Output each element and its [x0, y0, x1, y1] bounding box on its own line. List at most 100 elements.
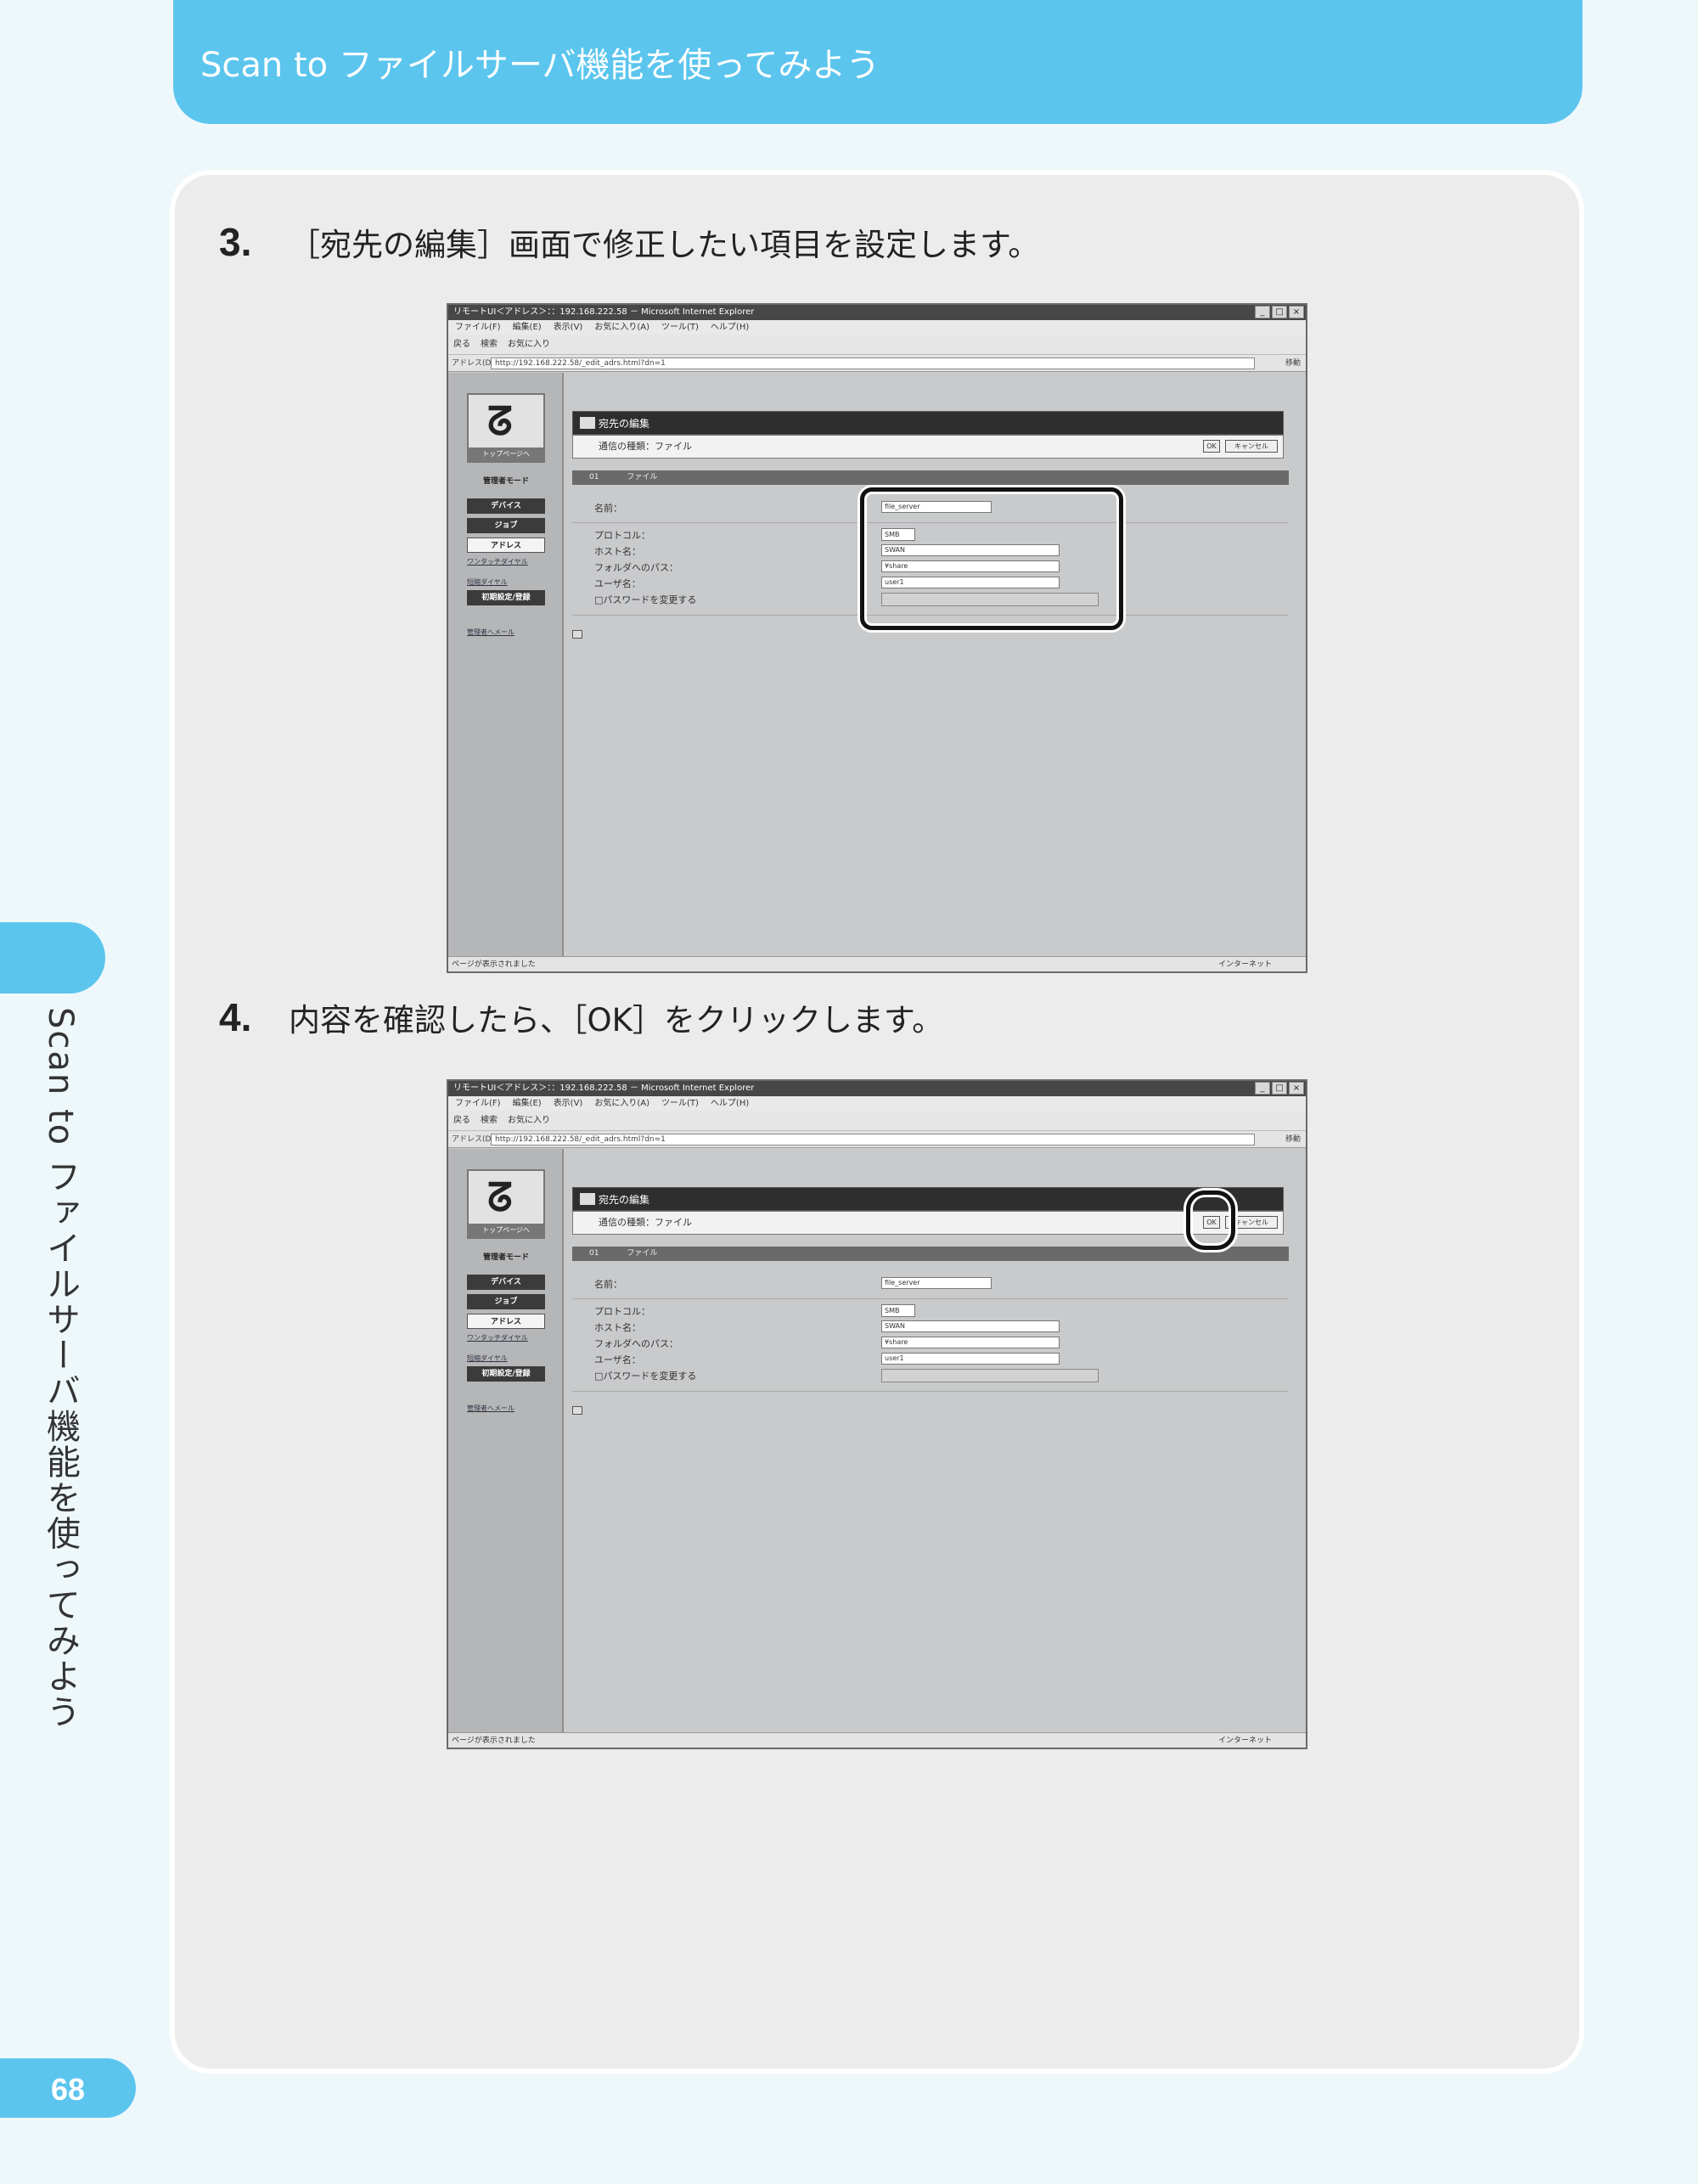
maximize-button[interactable]: □ [1272, 306, 1287, 318]
password-checkbox[interactable]: □パスワードを変更する [594, 593, 696, 606]
ok-button[interactable]: OK [1203, 440, 1220, 453]
step-text: 内容を確認したら、［OK］をクリックします。 [289, 1002, 944, 1039]
side-tab [0, 922, 105, 993]
favorites-button[interactable]: お気に入り [508, 335, 550, 354]
protocol-select[interactable]: SMB [881, 1304, 915, 1317]
browser-toolbar: 戻る 検索 お気に入り [448, 1111, 1306, 1131]
name-label: 名前： [594, 503, 622, 514]
back-button[interactable]: 戻る [453, 1111, 470, 1130]
nav-device[interactable]: デバイス [467, 1275, 545, 1290]
nav-address[interactable]: アドレス [467, 538, 545, 553]
logo-icon: ᘔ [487, 1174, 513, 1220]
menu-tools[interactable]: ツール(T) [661, 1096, 699, 1111]
browser-screenshot-1: リモートUI＜アドレス＞：：192.168.222.58 － Microsoft… [447, 303, 1307, 973]
initial-settings-button[interactable]: 初期設定/登録 [467, 1366, 545, 1382]
address-book-icon [580, 1193, 595, 1205]
mail-admin-link[interactable]: 管理者へメール [467, 628, 552, 637]
remote-ui-sidebar: ᘔ トップページへ 管理者モード デバイス ジョブ アドレス ワンタッチダイヤル… [448, 1149, 564, 1732]
coded-dial-link[interactable]: 短縮ダイヤル [467, 1354, 552, 1363]
minimize-button[interactable]: _ [1255, 1082, 1270, 1095]
step-3: 3. ［宛先の編集］画面で修正したい項目を設定します。 [219, 219, 1039, 265]
cancel-button[interactable]: キャンセル [1225, 440, 1278, 453]
step-number: 4. [219, 995, 252, 1039]
top-page-label: トップページへ [469, 447, 543, 461]
menu-file[interactable]: ファイル(F) [455, 1096, 501, 1111]
section-number: 01 [589, 1249, 599, 1258]
browser-toolbar: 戻る 検索 お気に入り [448, 335, 1306, 355]
internet-zone: インターネット [1217, 1737, 1272, 1745]
path-label: フォルダへのパス： [594, 1338, 678, 1349]
menu-tools[interactable]: ツール(T) [661, 320, 699, 335]
step-number: 3. [219, 220, 252, 264]
coded-dial-link[interactable]: 短縮ダイヤル [467, 577, 552, 587]
search-button[interactable]: 検索 [481, 335, 498, 354]
mail-admin-link[interactable]: 管理者へメール [467, 1404, 552, 1413]
address-input[interactable]: http://192.168.222.58/_edit_adrs.html?dn… [491, 1134, 1255, 1145]
path-input[interactable]: ¥share [881, 1337, 1060, 1348]
status-text: ページが表示されました [452, 1737, 536, 1745]
address-label: アドレス(D) [452, 1135, 494, 1144]
password-checkbox[interactable]: □パスワードを変更する [594, 1369, 696, 1382]
logo-icon: ᘔ [487, 398, 513, 444]
menu-help[interactable]: ヘルプ(H) [711, 320, 749, 335]
back-button[interactable]: 戻る [453, 335, 470, 354]
dialog-title-text: 宛先の編集 [599, 418, 650, 430]
remote-ui-sidebar: ᘔ トップページへ 管理者モード デバイス ジョブ アドレス ワンタッチダイヤル… [448, 373, 564, 956]
go-button[interactable]: 移動 [1285, 1133, 1301, 1146]
host-label: ホスト名： [594, 546, 641, 557]
host-label: ホスト名： [594, 1322, 641, 1333]
window-titlebar: リモートUI＜アドレス＞：：192.168.222.58 － Microsoft… [448, 305, 1306, 320]
close-button[interactable]: × [1289, 1082, 1304, 1095]
menu-bar: ファイル(F) 編集(E) 表示(V) お気に入り(A) ツール(T) ヘルプ(… [448, 320, 1306, 335]
go-button[interactable]: 移動 [1285, 357, 1301, 370]
dialog-type-row: 通信の種類：ファイル OK キャンセル [572, 435, 1284, 459]
menu-edit[interactable]: 編集(E) [513, 1096, 542, 1111]
back-icon[interactable] [572, 630, 582, 639]
menu-file[interactable]: ファイル(F) [455, 320, 501, 335]
back-icon[interactable] [572, 1406, 582, 1415]
nav-job[interactable]: ジョブ [467, 518, 545, 533]
name-input[interactable]: file_server [881, 1277, 992, 1289]
admin-mode-label: 管理者モード [482, 477, 529, 486]
step-4: 4. 内容を確認したら、［OK］をクリックします。 [219, 994, 943, 1040]
side-chapter-title: Scan to ファイルサーバ機能を使ってみよう [41, 1007, 80, 1730]
top-page-logo[interactable]: ᘔ トップページへ [467, 393, 545, 463]
nav-address[interactable]: アドレス [467, 1314, 545, 1329]
protocol-label: プロトコル： [594, 530, 650, 541]
onetouch-link[interactable]: ワンタッチダイヤル [467, 557, 552, 566]
top-page-logo[interactable]: ᘔ トップページへ [467, 1169, 545, 1239]
nav-job[interactable]: ジョブ [467, 1294, 545, 1309]
minimize-button[interactable]: _ [1255, 306, 1270, 318]
protocol-label: プロトコル： [594, 1306, 650, 1317]
admin-mode-label: 管理者モード [482, 1253, 529, 1262]
address-label: アドレス(D) [452, 359, 494, 368]
status-bar: ページが表示されました インターネット [448, 1732, 1306, 1748]
fields-highlight [860, 487, 1123, 630]
name-label: 名前： [594, 1279, 622, 1290]
page-title: Scan to ファイルサーバ機能を使ってみよう [200, 46, 880, 85]
section-type: ファイル [627, 473, 658, 481]
menu-view[interactable]: 表示(V) [554, 1096, 583, 1111]
menu-help[interactable]: ヘルプ(H) [711, 1096, 749, 1111]
favorites-button[interactable]: お気に入り [508, 1111, 550, 1130]
user-input[interactable]: user1 [881, 1353, 1060, 1365]
page-number: 68 [51, 2072, 86, 2107]
status-text: ページが表示されました [452, 960, 536, 969]
section-bar: 01 ファイル [572, 1247, 1289, 1261]
host-input[interactable]: SWAN [881, 1320, 1060, 1332]
menu-favorites[interactable]: お気に入り(A) [594, 320, 649, 335]
address-input[interactable]: http://192.168.222.58/_edit_adrs.html?dn… [491, 357, 1255, 369]
nav-device[interactable]: デバイス [467, 498, 545, 514]
password-input[interactable] [881, 1369, 1099, 1382]
initial-settings-button[interactable]: 初期設定/登録 [467, 590, 545, 605]
maximize-button[interactable]: □ [1272, 1082, 1287, 1095]
menu-view[interactable]: 表示(V) [554, 320, 583, 335]
menu-edit[interactable]: 編集(E) [513, 320, 542, 335]
onetouch-link[interactable]: ワンタッチダイヤル [467, 1333, 552, 1342]
window-title: リモートUI＜アドレス＞：：192.168.222.58 － Microsoft… [453, 307, 755, 317]
path-label: フォルダへのパス： [594, 562, 678, 573]
close-button[interactable]: × [1289, 306, 1304, 318]
address-book-icon [580, 417, 595, 429]
search-button[interactable]: 検索 [481, 1111, 498, 1130]
menu-favorites[interactable]: お気に入り(A) [594, 1096, 649, 1111]
